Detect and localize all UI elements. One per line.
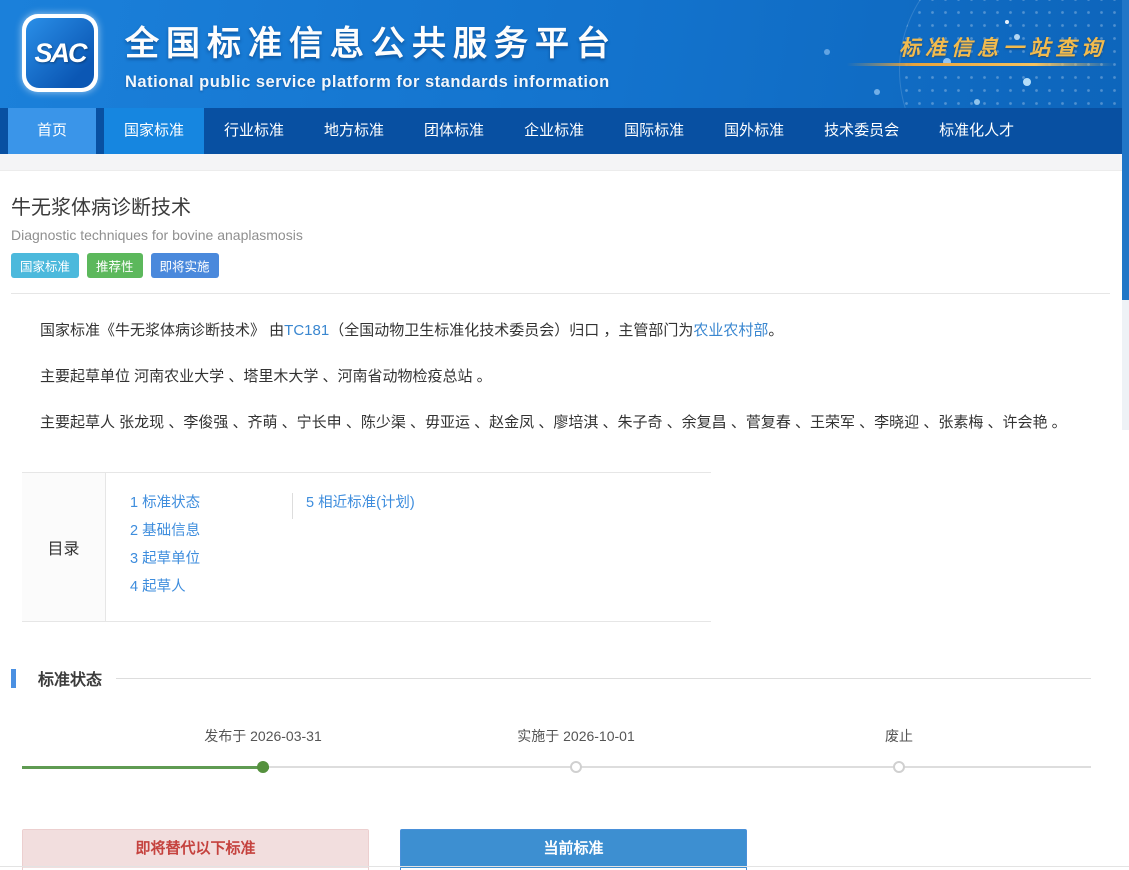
toc-label: 目录 — [22, 473, 106, 621]
main-nav: 首页 国家标准 行业标准 地方标准 团体标准 企业标准 国际标准 国外标准 技术… — [0, 108, 1129, 154]
timeline-completed-segment — [22, 766, 269, 769]
title-divider — [11, 293, 1110, 294]
page: SAC 全国标准信息公共服务平台 National public service… — [0, 0, 1129, 870]
header-slogan: 标准信息一站查询 — [899, 32, 1107, 62]
timeline-label-implemented: 实施于 2026-10-01 — [517, 728, 635, 744]
ministry-link[interactable]: 农业农村部 — [693, 322, 768, 339]
status-section-header: 标准状态 — [11, 666, 1110, 690]
card-replaced-standard: 即将替代以下标准 GB/T 18651-2002 （全部代替） 牛无浆体病快速凝… — [22, 829, 369, 870]
card-current-standard: 当前标准 GB/T 18651-2026 即将实施 牛无浆体病诊断技术 — [400, 829, 747, 870]
timeline-label-abolished: 废止 — [885, 728, 913, 744]
replaced-card-header: 即将替代以下标准 — [23, 830, 368, 868]
site-subtitle: National public service platform for sta… — [125, 73, 617, 92]
nav-item-international-standards[interactable]: 国际标准 — [604, 108, 704, 154]
current-card-header: 当前标准 — [401, 830, 746, 868]
section-header-line — [116, 678, 1091, 679]
sac-logo-inner: SAC — [26, 18, 94, 88]
section-accent-bar — [11, 669, 16, 688]
tc181-link[interactable]: TC181 — [284, 322, 329, 339]
sac-logo[interactable]: SAC — [22, 14, 98, 92]
timeline-dot-implemented — [570, 761, 582, 773]
site-title: 全国标准信息公共服务平台 — [125, 16, 617, 65]
badges-row: 国家标准 推荐性 即将实施 — [11, 253, 1110, 278]
header-divider-band — [0, 154, 1129, 171]
timeline-label-published: 发布于 2026-03-31 — [204, 728, 322, 744]
nav-item-standardization-talent[interactable]: 标准化人才 — [919, 108, 1034, 154]
nav-item-technical-committees[interactable]: 技术委员会 — [804, 108, 919, 154]
intro-paragraph-drafters: 主要起草人 张龙现 、李俊强 、齐萌 、宁长申 、陈少渠 、毋亚运 、赵金凤 、… — [40, 411, 1110, 432]
toc-item-related-standards[interactable]: 5 相近标准(计划) — [306, 489, 415, 517]
scrollbar[interactable] — [1122, 0, 1129, 300]
intro-p1-text3: 。 — [768, 322, 783, 339]
nav-item-national-standards[interactable]: 国家标准 — [104, 108, 204, 154]
toc-item-standard-status[interactable]: 1 标准状态 — [130, 489, 292, 517]
intro-p1-text2: （全国动物卫生标准化技术委员会）归口 ，主管部门为 — [329, 322, 693, 339]
table-of-contents: 目录 1 标准状态 2 基础信息 3 起草单位 4 起草人 5 相近标准(计划) — [22, 472, 711, 622]
timeline-dot-published — [257, 761, 269, 773]
badge-recommended: 推荐性 — [87, 253, 143, 278]
nav-item-group-standards[interactable]: 团体标准 — [404, 108, 504, 154]
nav-item-enterprise-standards[interactable]: 企业标准 — [504, 108, 604, 154]
nav-item-foreign-standards[interactable]: 国外标准 — [704, 108, 804, 154]
status-timeline: 发布于 2026-03-31 实施于 2026-10-01 废止 — [22, 726, 1091, 788]
sac-logo-text: SAC — [34, 38, 85, 69]
badge-upcoming-implementation: 即将实施 — [151, 253, 219, 278]
page-title: 牛无浆体病诊断技术 — [11, 191, 1110, 220]
toc-item-basic-info[interactable]: 2 基础信息 — [130, 517, 292, 545]
globe-dots-decoration — [1005, 20, 1009, 24]
toc-item-drafting-units[interactable]: 3 起草单位 — [130, 545, 292, 573]
site-header: SAC 全国标准信息公共服务平台 National public service… — [0, 0, 1129, 108]
toc-item-drafters[interactable]: 4 起草人 — [130, 573, 292, 601]
intro-paragraph-drafting-units: 主要起草单位 河南农业大学 、塔里木大学 、河南省动物检疫总站 。 — [40, 365, 1110, 386]
intro-paragraph-1: 国家标准《牛无浆体病诊断技术》 由TC181（全国动物卫生标准化技术委员会）归口… — [40, 319, 1110, 340]
nav-item-local-standards[interactable]: 地方标准 — [304, 108, 404, 154]
intro-section: 国家标准《牛无浆体病诊断技术》 由TC181（全国动物卫生标准化技术委员会）归口… — [11, 319, 1110, 432]
status-section-title: 标准状态 — [38, 666, 102, 690]
intro-p1-text: 国家标准《牛无浆体病诊断技术》 由 — [40, 322, 284, 339]
page-subtitle-en: Diagnostic techniques for bovine anaplas… — [11, 227, 1110, 243]
slogan-underline — [847, 63, 1115, 66]
nav-item-home[interactable]: 首页 — [8, 108, 96, 154]
timeline-dot-abolished — [893, 761, 905, 773]
badge-national-standard: 国家标准 — [11, 253, 79, 278]
bottom-divider — [0, 866, 1129, 867]
standards-cards-row: 即将替代以下标准 GB/T 18651-2002 （全部代替） 牛无浆体病快速凝… — [22, 829, 1110, 870]
scrollbar-track — [1122, 300, 1129, 430]
nav-item-industry-standards[interactable]: 行业标准 — [204, 108, 304, 154]
